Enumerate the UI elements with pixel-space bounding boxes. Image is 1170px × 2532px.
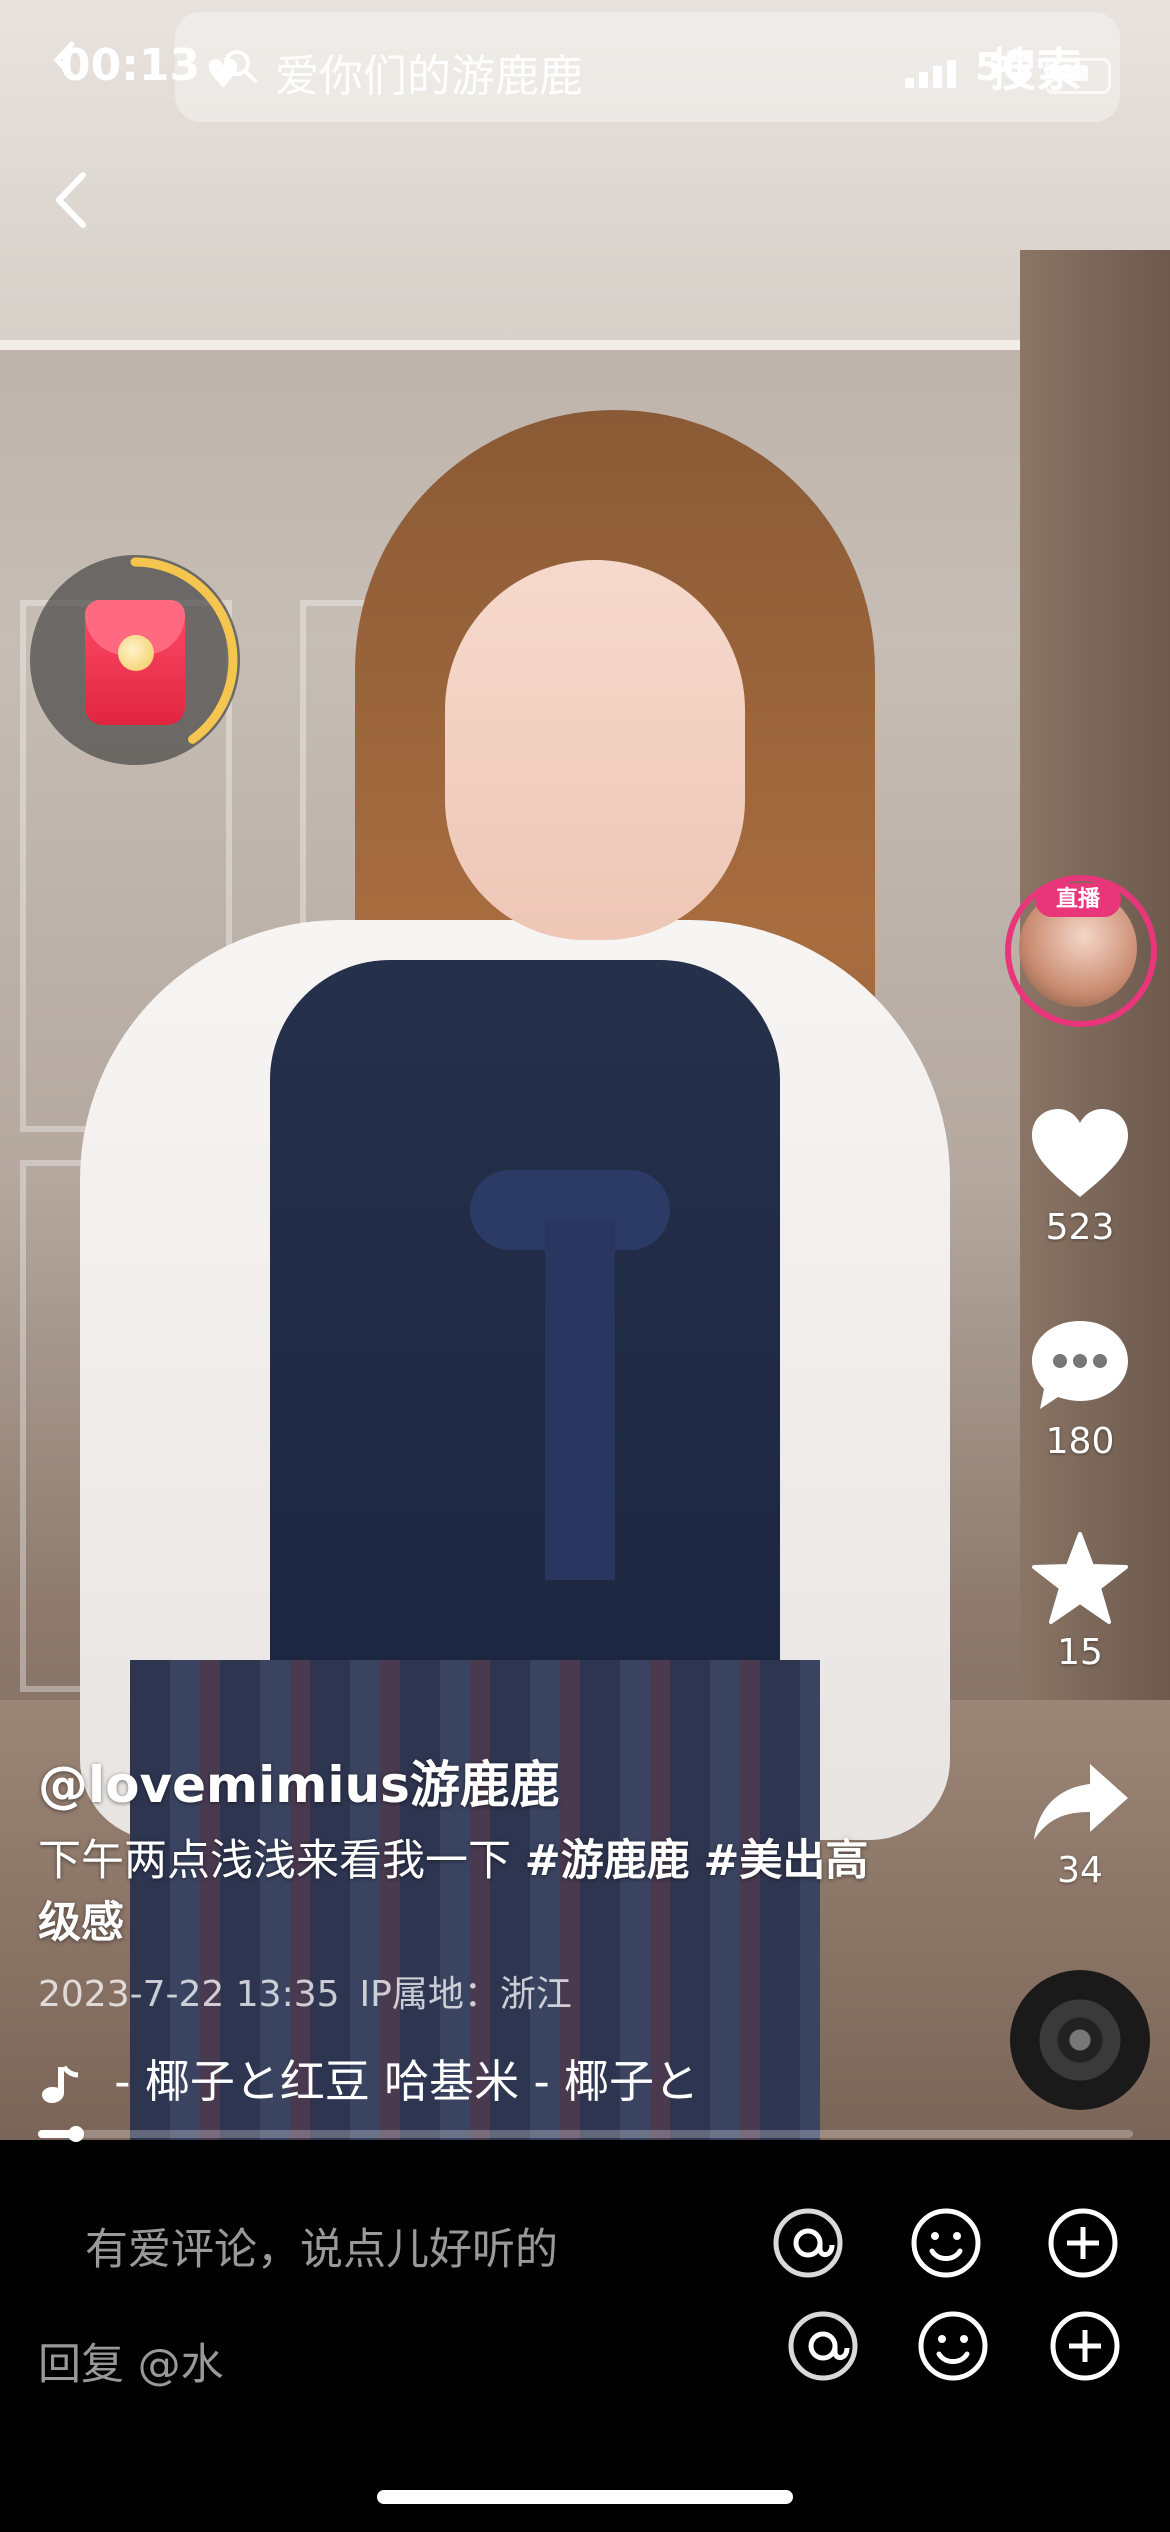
live-avatar[interactable]: 直播	[1005, 875, 1157, 1027]
signal-icon	[905, 60, 956, 88]
comment-input[interactable]: 有爱评论，说点儿好听的	[85, 2215, 558, 2277]
heart-icon	[1032, 1109, 1128, 1197]
favorite-button[interactable]: 15	[1020, 1530, 1140, 1673]
search-icon	[224, 50, 257, 83]
star-icon	[1032, 1532, 1128, 1624]
reply-input[interactable]: 回复 @水	[38, 2330, 224, 2392]
red-packet-widget[interactable]	[30, 555, 245, 770]
ip-location: IP属地：浙江	[359, 1974, 572, 2015]
caption: 下午两点浅浅来看我一下 #游鹿鹿 #美出高级感	[38, 1830, 898, 1954]
video-progress-bar[interactable]	[38, 2126, 1133, 2142]
person-bow-tail	[545, 1220, 615, 1580]
at-mention-icon[interactable]	[770, 2205, 846, 2281]
status-time: 00:13	[60, 40, 201, 91]
video-player[interactable]	[0, 0, 1170, 2140]
live-badge: 直播	[1035, 883, 1121, 917]
plus-icon[interactable]	[1047, 2308, 1123, 2384]
music-row[interactable]: - 椰子と红豆 哈基米 - 椰子と	[38, 2045, 758, 2110]
like-count: 523	[1045, 1207, 1115, 1248]
hashtag[interactable]: #游鹿鹿	[525, 1836, 690, 1886]
battery-icon	[1045, 58, 1111, 94]
search-query[interactable]: 爱你们的游鹿鹿	[275, 40, 583, 104]
favorite-count: 15	[1057, 1632, 1103, 1673]
post-meta: 2023-7-22 13:35 IP属地：浙江	[38, 1965, 572, 2017]
emoji-icon[interactable]	[908, 2205, 984, 2281]
comment-bubble-icon	[1032, 1321, 1128, 1409]
at-mention-icon[interactable]	[785, 2308, 861, 2384]
home-indicator[interactable]	[377, 2490, 793, 2504]
music-title: - 椰子と红豆 哈基米 - 椰子と	[100, 2055, 699, 2108]
author-name[interactable]: @lovemimius游鹿鹿	[38, 1745, 560, 1817]
plus-icon[interactable]	[1045, 2205, 1121, 2281]
person-face	[445, 560, 745, 940]
emoji-icon[interactable]	[915, 2308, 991, 2384]
back-arrow-icon[interactable]	[45, 165, 95, 235]
caption-text: 下午两点浅浅来看我一下	[38, 1836, 525, 1886]
post-date: 2023-7-22 13:35	[38, 1974, 340, 2015]
share-button[interactable]: 34	[1020, 1760, 1140, 1891]
comment-button[interactable]: 180	[1020, 1315, 1140, 1462]
gold-coin-icon	[118, 635, 154, 671]
comment-count: 180	[1045, 1421, 1115, 1462]
person-vest	[270, 960, 780, 1700]
share-arrow-icon	[1034, 1764, 1128, 1840]
share-count: 34	[1057, 1850, 1103, 1891]
like-button[interactable]: 523	[1020, 1105, 1140, 1248]
chevron-left-icon[interactable]	[52, 40, 76, 80]
music-note-icon	[42, 2065, 79, 2103]
music-disc-icon[interactable]	[1010, 1970, 1150, 2110]
